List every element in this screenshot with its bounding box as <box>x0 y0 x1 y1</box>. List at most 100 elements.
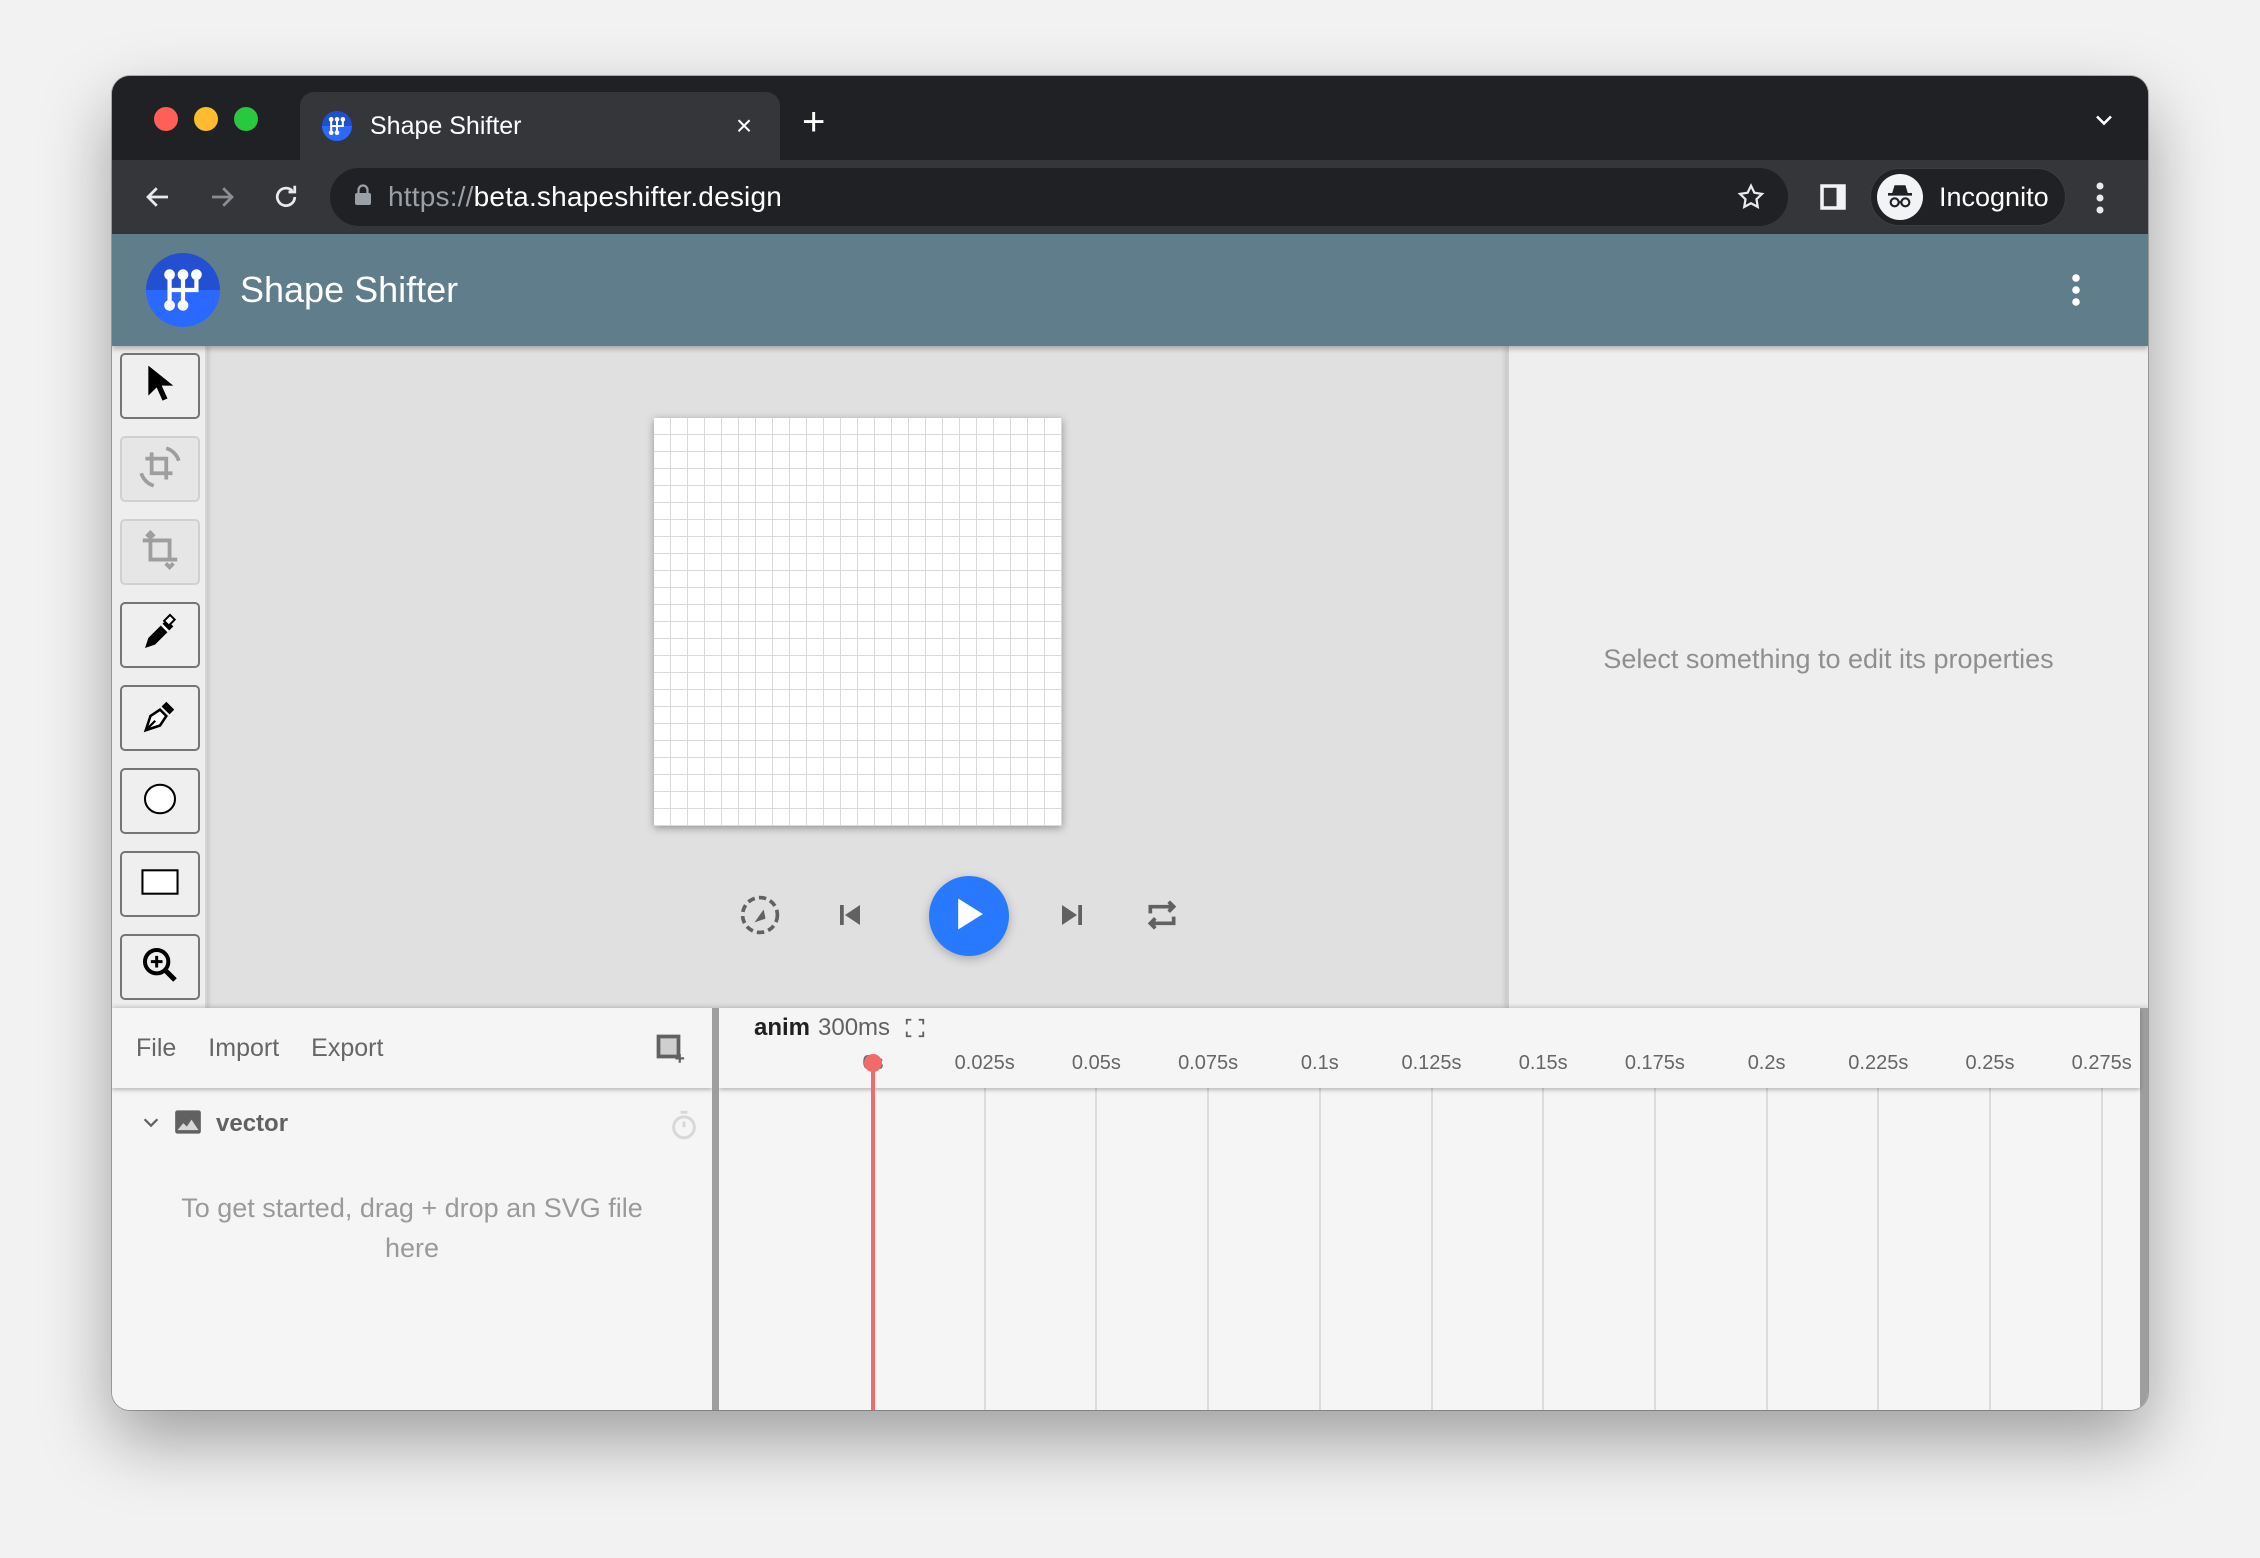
close-window-button[interactable] <box>154 107 178 131</box>
timeline-tick-label: 0.275s <box>2071 1052 2132 1074</box>
tab-search-icon[interactable] <box>2090 106 2118 134</box>
add-layer-icon[interactable] <box>656 1034 686 1064</box>
shape-shifter-logo-icon <box>146 253 220 327</box>
playhead-knob[interactable] <box>864 1054 882 1072</box>
artboard-canvas[interactable] <box>654 418 1062 826</box>
timeline-grid-line <box>1653 1088 1656 1410</box>
skip-to-start-button[interactable] <box>827 894 873 940</box>
reload-icon[interactable] <box>266 177 306 217</box>
play-icon <box>953 897 985 936</box>
repeat-button[interactable] <box>1139 894 1185 940</box>
transform-paths-tool-button[interactable] <box>120 519 200 585</box>
fullscreen-icon[interactable] <box>904 1017 926 1039</box>
incognito-label: Incognito <box>1939 181 2049 212</box>
star-icon[interactable] <box>1736 182 1766 212</box>
timeline-tick-label: 0.175s <box>1624 1052 1685 1074</box>
timeline-grid-line <box>1542 1088 1545 1410</box>
chevron-down-icon[interactable] <box>140 1111 162 1138</box>
rectangle-icon <box>141 868 179 901</box>
vector-image-icon <box>174 1109 202 1140</box>
animation-name[interactable]: anim <box>754 1014 810 1042</box>
layers-empty-message: To get started, drag + drop an SVG file … <box>181 1193 643 1263</box>
timeline-tick-label: 0.225s <box>1848 1052 1909 1074</box>
incognito-icon <box>1877 174 1923 220</box>
timeline-panel: anim 300ms 0s0.025s0.05s0.075s0.1s0.125s… <box>719 1008 2148 1410</box>
playback-controls <box>207 866 1507 966</box>
timeline-grid-line <box>1207 1088 1210 1410</box>
rotate-crop-icon <box>135 442 185 497</box>
properties-empty-message: Select something to edit its properties <box>1603 644 2054 674</box>
timeline-header: anim 300ms 0s0.025s0.05s0.075s0.1s0.125s… <box>719 1008 2140 1088</box>
crop-transform-icon <box>137 527 183 578</box>
playhead[interactable] <box>864 1054 882 1410</box>
timeline-tick-label: 0.125s <box>1401 1052 1462 1074</box>
repeat-icon <box>1142 895 1182 940</box>
bottom-pane: File Import Export vector To get started… <box>112 1008 2148 1410</box>
minimize-window-button[interactable] <box>194 107 218 131</box>
select-tool-button[interactable] <box>120 353 200 419</box>
app-header: Shape Shifter <box>112 234 2148 346</box>
timeline-scrollbar[interactable] <box>2140 1008 2148 1410</box>
url-text: https://beta.shapeshifter.design <box>388 181 783 212</box>
address-bar[interactable]: https://beta.shapeshifter.design <box>330 168 1788 226</box>
zoom-tool-button[interactable] <box>120 934 200 1000</box>
pencil-icon <box>140 613 180 658</box>
skip-previous-icon <box>835 900 865 935</box>
new-tab-button[interactable]: + <box>802 102 825 142</box>
layers-toolbar: File Import Export <box>112 1008 712 1088</box>
back-icon[interactable] <box>138 177 178 217</box>
animation-duration[interactable]: 300ms <box>818 1014 890 1042</box>
skip-next-icon <box>1057 900 1087 935</box>
shape-shifter-favicon-icon <box>322 111 352 141</box>
timeline-tick-label: 0.25s <box>1965 1052 2015 1074</box>
side-panel-icon[interactable] <box>1816 180 1850 214</box>
layer-row-vector[interactable]: vector <box>112 1102 712 1146</box>
zoom-in-icon <box>140 945 180 990</box>
pane-splitter[interactable] <box>712 1008 719 1410</box>
timeline-grid-line <box>2100 1088 2103 1410</box>
rotate-items-tool-button[interactable] <box>120 436 200 502</box>
tab-close-icon[interactable]: × <box>726 110 762 142</box>
tab-strip: Shape Shifter × + <box>112 76 2148 160</box>
cursor-icon <box>143 364 177 409</box>
timeline-tick-label: 0.05s <box>1071 1052 1121 1074</box>
file-menu-button[interactable]: File <box>136 1034 176 1063</box>
timeline-tick-label: 0.075s <box>1178 1052 1239 1074</box>
tab-shape-shifter[interactable]: Shape Shifter × <box>300 92 780 160</box>
canvas-area <box>207 346 1507 1008</box>
pencil-tool-button[interactable] <box>120 602 200 668</box>
timeline-grid-line <box>983 1088 986 1410</box>
forward-icon[interactable] <box>202 177 242 217</box>
timeline-grid-line <box>1765 1088 1768 1410</box>
lock-icon <box>354 183 372 211</box>
shape-shifter-app: Shape Shifter Select something to edit i… <box>112 234 2148 1410</box>
import-menu-button[interactable]: Import <box>208 1034 279 1063</box>
tool-panel <box>112 346 207 1008</box>
app-title: Shape Shifter <box>240 269 459 310</box>
tab-title: Shape Shifter <box>370 111 522 140</box>
export-menu-button[interactable]: Export <box>311 1034 383 1063</box>
pen-tool-button[interactable] <box>120 685 200 751</box>
browser-toolbar: https://beta.shapeshifter.design Incogni… <box>112 160 2148 234</box>
slow-motion-icon <box>738 893 782 942</box>
timeline-tick-label: 0.025s <box>954 1052 1015 1074</box>
properties-panel: Select something to edit its properties <box>1507 346 2148 1008</box>
layer-name: vector <box>216 1110 289 1137</box>
maximize-window-button[interactable] <box>234 107 258 131</box>
rectangle-tool-button[interactable] <box>120 851 200 917</box>
browser-window: Shape Shifter × + https://beta.shapeshif… <box>112 76 2148 1410</box>
timer-icon[interactable] <box>670 1110 698 1140</box>
timeline-grid-line <box>1318 1088 1321 1410</box>
timeline-tick-label: 0.2s <box>1747 1052 1786 1074</box>
playback-speed-button[interactable] <box>737 894 783 940</box>
app-more-vert-icon[interactable] <box>2066 270 2086 310</box>
ellipse-icon <box>142 781 178 822</box>
layer-list-panel: File Import Export vector To get started… <box>112 1008 712 1410</box>
skip-to-end-button[interactable] <box>1049 894 1095 940</box>
play-button[interactable] <box>929 876 1009 956</box>
timeline-grid-line <box>1430 1088 1433 1410</box>
incognito-profile-button[interactable]: Incognito <box>1870 168 2066 226</box>
ellipse-tool-button[interactable] <box>120 768 200 834</box>
pen-nib-icon <box>141 697 179 740</box>
browser-more-vert-icon[interactable] <box>2090 178 2110 218</box>
